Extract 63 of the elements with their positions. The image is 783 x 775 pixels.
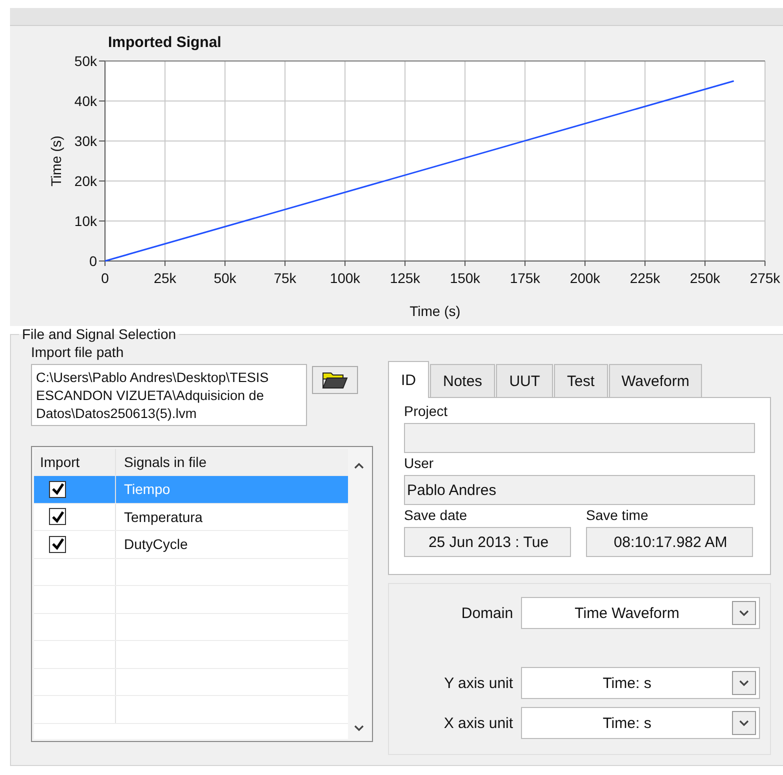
folder-icon bbox=[322, 370, 348, 390]
check-icon bbox=[50, 482, 64, 496]
project-field[interactable] bbox=[404, 423, 755, 453]
time-field[interactable]: 08:10:17.982 AM bbox=[586, 527, 753, 557]
chevron-down-icon bbox=[738, 608, 750, 618]
y-tick-label: 50k bbox=[74, 53, 97, 69]
x-tick-label: 25k bbox=[154, 270, 176, 286]
tab[interactable]: UUT bbox=[496, 364, 554, 397]
x-tick-label: 75k bbox=[274, 270, 296, 286]
y-tick-label: 20k bbox=[74, 173, 97, 189]
check-icon bbox=[50, 537, 64, 552]
field-label: Import file path bbox=[31, 343, 125, 362]
x-tick-label: 150k bbox=[450, 270, 480, 286]
import-checkbox[interactable] bbox=[49, 508, 66, 526]
signal-name: Temperatura bbox=[124, 508, 203, 525]
tab[interactable]: Notes bbox=[430, 364, 496, 397]
chart-title: Imported Signal bbox=[108, 34, 222, 51]
signal-name: Tiempo bbox=[124, 481, 170, 498]
chevron-down-icon bbox=[738, 678, 750, 688]
y-tick-label: 40k bbox=[74, 93, 97, 109]
y-tick-label: 10k bbox=[74, 213, 97, 229]
column-header: Signals in file bbox=[123, 453, 208, 472]
scroll-down-icon[interactable] bbox=[353, 723, 365, 733]
date-field[interactable]: 25 Jun 2013 : Tue bbox=[404, 527, 571, 557]
dropdown-label: X axis unit bbox=[442, 714, 514, 732]
signal-name: DutyCycle bbox=[124, 536, 188, 552]
x-tick-label: 0 bbox=[101, 270, 109, 286]
x-tick-label: 125k bbox=[390, 270, 420, 286]
x-tick-label: 175k bbox=[510, 270, 540, 286]
x-tick-label: 250k bbox=[690, 270, 720, 286]
field-label: Save time bbox=[586, 506, 650, 525]
column-header: Import bbox=[34, 449, 116, 475]
chevron-down-icon bbox=[738, 718, 750, 728]
y-tick-label: 30k bbox=[74, 133, 97, 149]
tab[interactable]: ID bbox=[388, 361, 429, 398]
x-axis-title: Time (s) bbox=[410, 303, 460, 319]
dropdown[interactable]: Time: s bbox=[521, 707, 760, 739]
signal-row[interactable]: DutyCycle bbox=[34, 531, 348, 558]
signal-row[interactable]: Temperatura bbox=[34, 504, 348, 531]
y-tick-label: 0 bbox=[89, 253, 97, 269]
dropdown[interactable]: Time Waveform bbox=[521, 597, 760, 629]
dropdown-label: Y axis unit bbox=[443, 674, 514, 692]
import-checkbox[interactable] bbox=[49, 480, 66, 498]
x-tick-label: 50k bbox=[214, 270, 236, 286]
import-checkbox[interactable] bbox=[49, 536, 66, 553]
tab[interactable]: Waveform bbox=[608, 364, 702, 397]
field-label: Project bbox=[404, 402, 449, 421]
tab[interactable]: Test bbox=[554, 364, 608, 397]
field-label: Save date bbox=[404, 506, 468, 525]
browse-button[interactable] bbox=[312, 366, 358, 394]
dropdown[interactable]: Time: s bbox=[521, 667, 760, 699]
y-axis-title: Time (s) bbox=[48, 136, 64, 186]
check-icon bbox=[50, 510, 64, 524]
path-field[interactable]: C:\Users\Pablo Andres\Desktop\TESIS ESCANDON VIZUETA\Adquisicion de Datos\Datos250613(5).lvm bbox=[31, 364, 307, 426]
x-tick-label: 200k bbox=[570, 270, 600, 286]
dropdown-label: Domain bbox=[460, 604, 514, 622]
x-tick-label: 275k bbox=[750, 270, 780, 286]
group-title: File and Signal Selection bbox=[21, 326, 178, 342]
field-label: User bbox=[404, 454, 435, 473]
scroll-up-icon[interactable] bbox=[353, 461, 365, 471]
x-tick-label: 100k bbox=[330, 270, 360, 286]
user-field[interactable]: Pablo Andres bbox=[404, 475, 755, 505]
x-tick-label: 225k bbox=[630, 270, 660, 286]
